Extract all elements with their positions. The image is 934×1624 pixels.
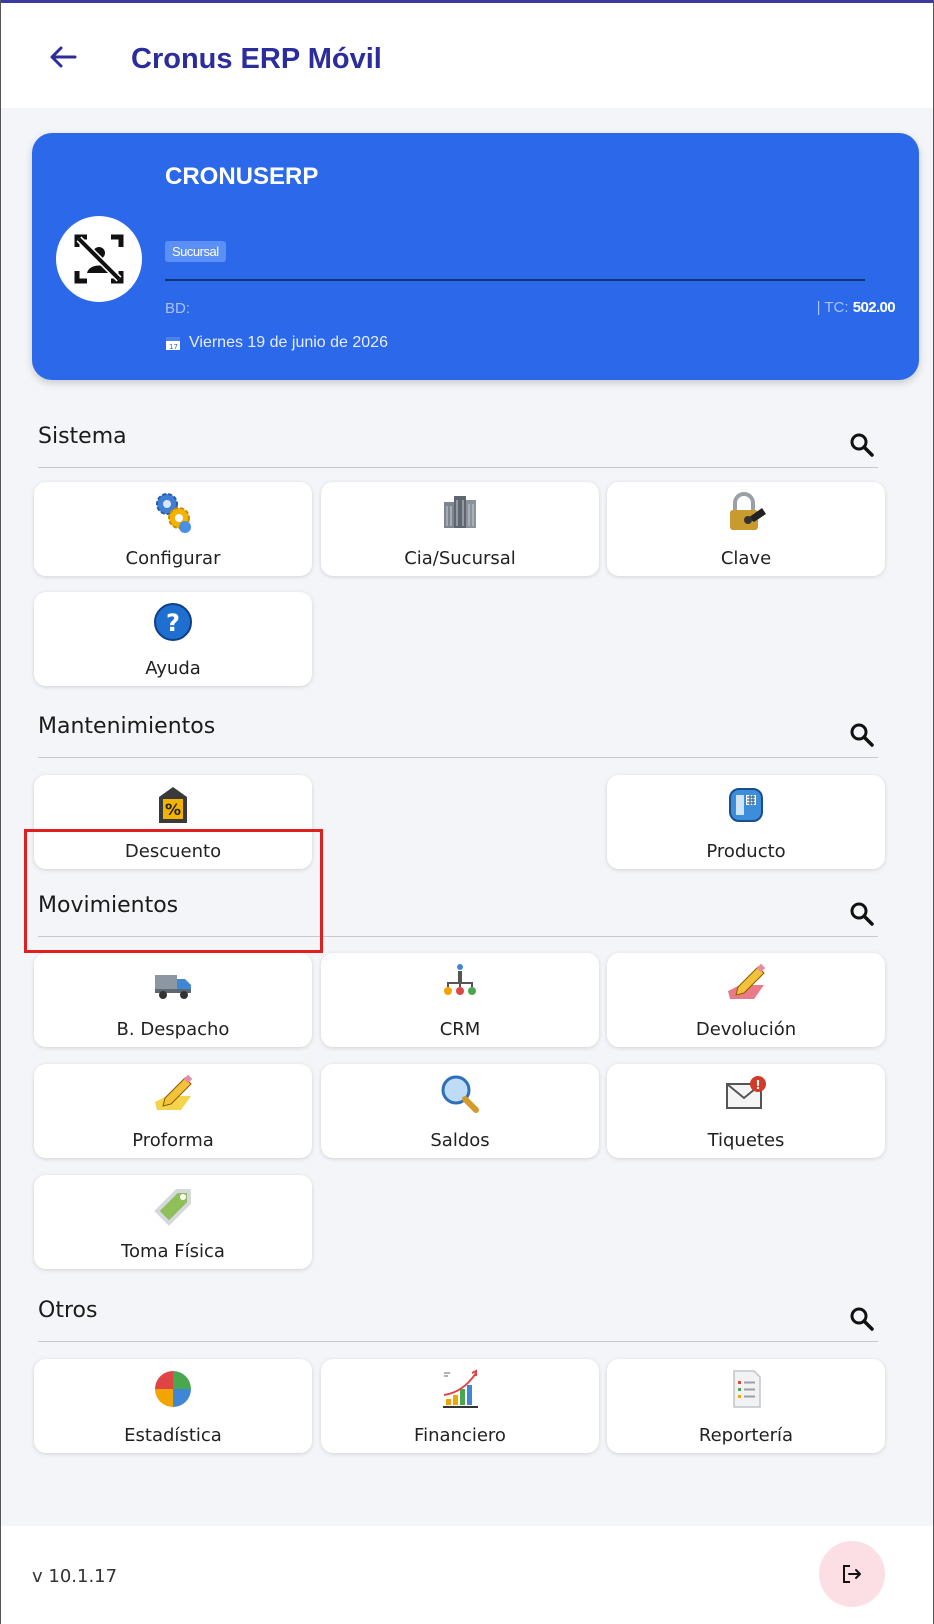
svg-text:!: !	[755, 1078, 760, 1092]
exchange-rate: | TC: 502.00	[816, 299, 896, 316]
edit-document-icon	[728, 963, 766, 999]
tile-tiquetes[interactable]: ! Tiquetes	[607, 1064, 885, 1158]
tile-label: Toma Física	[121, 1241, 225, 1262]
tile-label: Clave	[720, 548, 772, 569]
calendar-icon: 17	[166, 337, 180, 351]
tile-saldos[interactable]: Saldos	[321, 1064, 599, 1158]
app-version: v 10.1.17	[32, 1566, 118, 1587]
lock-key-icon	[730, 492, 766, 530]
section-divider	[38, 757, 878, 758]
no-photo-icon	[74, 234, 124, 284]
section-divider	[38, 467, 878, 468]
exchange-rate-label: | TC:	[816, 299, 849, 316]
tile-label: Devolución	[695, 1019, 797, 1040]
gears-icon	[156, 493, 191, 533]
profile-card: CRONUSERP Sucursal BD: | TC: 502.00 17 V…	[32, 133, 919, 380]
tile-label: Configurar	[125, 548, 221, 569]
section-title-otros: Otros	[38, 1298, 98, 1323]
tile-label: Proforma	[132, 1130, 214, 1151]
app-title: Cronus ERP Móvil	[131, 43, 382, 75]
footer: v 10.1.17	[1, 1526, 933, 1624]
tile-financiero[interactable]: Financiero	[321, 1359, 599, 1453]
section-title-mantenimientos: Mantenimientos	[38, 714, 216, 739]
svg-text:?: ?	[166, 609, 180, 637]
app-bar: Cronus ERP Móvil	[1, 3, 933, 108]
tile-producto[interactable]: Producto	[607, 775, 885, 869]
price-tag-icon	[154, 1189, 191, 1226]
svg-text:%: %	[165, 800, 181, 819]
section-divider	[38, 936, 878, 937]
section-title-movimientos: Movimientos	[38, 893, 179, 918]
svg-text:17: 17	[169, 343, 178, 351]
database-label: BD:	[165, 300, 191, 317]
truck-icon	[155, 975, 191, 999]
section-title-sistema: Sistema	[38, 424, 127, 449]
tile-b-despacho[interactable]: B. Despacho	[34, 953, 312, 1047]
arrow-left-icon	[50, 46, 77, 68]
tile-clave[interactable]: Clave	[607, 482, 885, 576]
tile-label: Reportería	[698, 1425, 794, 1446]
discount-tag-icon: %	[159, 787, 187, 823]
product-icon	[729, 788, 763, 822]
logout-icon	[843, 1565, 861, 1583]
magnifier-icon	[441, 1075, 479, 1113]
tile-label: Ayuda	[145, 658, 201, 679]
tile-devolucion[interactable]: Devolución	[607, 953, 885, 1047]
tile-toma-fisica[interactable]: Toma Física	[34, 1175, 312, 1269]
tile-reporteria[interactable]: Reportería	[607, 1359, 885, 1453]
tile-label: CRM	[439, 1019, 481, 1040]
report-icon	[733, 1370, 761, 1408]
tile-label: Descuento	[124, 841, 222, 862]
search-icon[interactable]	[849, 901, 875, 927]
tile-label: B. Despacho	[116, 1019, 230, 1040]
tile-ayuda[interactable]: ? Ayuda	[34, 592, 312, 686]
search-icon[interactable]	[849, 432, 875, 458]
tile-proforma[interactable]: Proforma	[34, 1064, 312, 1158]
tile-cia-sucursal[interactable]: Cia/Sucursal	[321, 482, 599, 576]
search-icon[interactable]	[849, 722, 875, 748]
help-icon: ?	[154, 603, 192, 641]
tile-label: Financiero	[414, 1425, 506, 1446]
logout-button[interactable]	[819, 1541, 885, 1607]
growth-chart-icon	[443, 1369, 478, 1408]
tile-descuento[interactable]: % Descuento	[34, 775, 312, 869]
tile-label: Estadística	[124, 1425, 222, 1446]
tile-estadistica[interactable]: Estadística	[34, 1359, 312, 1453]
tile-label: Cia/Sucursal	[404, 548, 516, 569]
tile-label: Saldos	[430, 1130, 490, 1151]
tile-crm[interactable]: CRM	[321, 953, 599, 1047]
org-chart-icon	[444, 964, 476, 995]
company-name: CRONUSERP	[165, 163, 319, 190]
current-date: Viernes 19 de junio de 2026	[189, 334, 388, 351]
search-icon[interactable]	[849, 1306, 875, 1332]
section-divider	[38, 1341, 878, 1342]
exchange-rate-value: 502.00	[852, 299, 896, 316]
mail-alert-icon: !	[726, 1076, 766, 1109]
avatar[interactable]	[56, 216, 142, 302]
buildings-icon	[444, 496, 476, 528]
edit-note-icon	[155, 1074, 193, 1110]
main-content: CRONUSERP Sucursal BD: | TC: 502.00 17 V…	[1, 108, 933, 1526]
card-divider	[165, 279, 865, 281]
branch-badge[interactable]: Sucursal	[165, 241, 226, 262]
tile-label: Producto	[706, 841, 786, 862]
tile-label: Tiquetes	[707, 1130, 785, 1151]
tile-configurar[interactable]: Configurar	[34, 482, 312, 576]
back-button[interactable]	[45, 39, 81, 75]
pie-chart-icon	[155, 1371, 191, 1407]
date-row: 17 Viernes 19 de junio de 2026	[165, 334, 388, 352]
